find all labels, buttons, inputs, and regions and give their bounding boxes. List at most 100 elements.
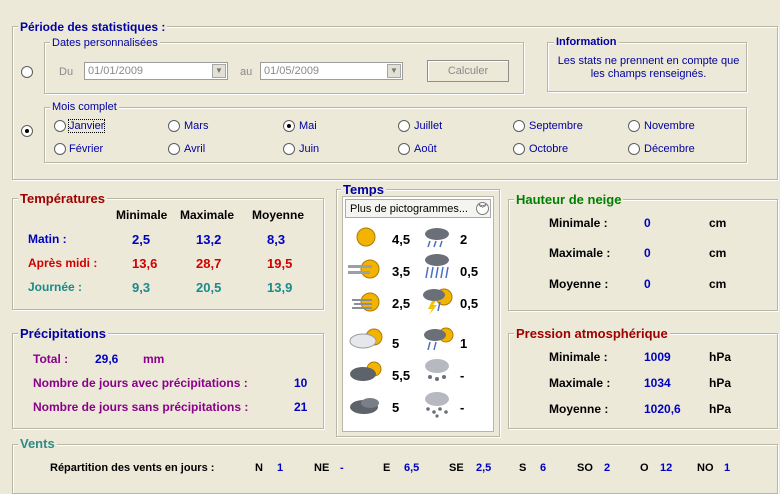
- temp-value: 8,3: [267, 232, 286, 247]
- header-minimale: Minimale: [116, 208, 168, 222]
- vent-value: 6: [540, 462, 547, 474]
- neige-unit: cm: [709, 216, 727, 230]
- pression-label: Moyenne :: [549, 402, 609, 416]
- info-group: [547, 42, 747, 92]
- label-mai[interactable]: Mai: [299, 120, 317, 132]
- temps-value: 0,5: [460, 296, 479, 311]
- label-juillet[interactable]: Juillet: [414, 120, 442, 132]
- radio-fevrier[interactable]: [54, 143, 66, 155]
- temps-value: 5: [392, 336, 400, 351]
- chevron-down-icon[interactable]: ▼: [212, 64, 226, 78]
- temps-value: 2,5: [392, 296, 411, 311]
- vent-value: 2: [604, 462, 611, 474]
- vent-dir: NE: [314, 462, 330, 474]
- label-aout[interactable]: Août: [414, 143, 437, 155]
- label-septembre[interactable]: Septembre: [529, 120, 583, 132]
- label-juin[interactable]: Juin: [299, 143, 319, 155]
- pression-unit: hPa: [709, 402, 732, 416]
- vent-dir: S: [519, 462, 527, 474]
- temps-title: Temps: [341, 182, 386, 197]
- precip-total-value: 29,6: [95, 352, 119, 366]
- radio-juin[interactable]: [283, 143, 295, 155]
- cloudy-icon: [350, 361, 382, 381]
- label-janvier[interactable]: Janvier: [67, 119, 106, 133]
- au-label: au: [240, 66, 253, 78]
- chevron-down-icon[interactable]: ▼: [387, 64, 401, 78]
- overcast-icon: [350, 398, 379, 414]
- snow-cloud-icon: [425, 359, 449, 381]
- label-avril[interactable]: Avril: [184, 143, 205, 155]
- temp-row-label: Après midi :: [28, 256, 98, 270]
- precip-total-label: Total :: [33, 352, 69, 366]
- pictogrammes-dropdown[interactable]: Plus de pictogrammes... ︾: [345, 199, 491, 218]
- vent-value: -: [340, 462, 344, 474]
- temp-value: 13,9: [267, 280, 293, 295]
- radio-janvier[interactable]: [54, 120, 66, 132]
- thunderstorm-icon: [423, 288, 453, 315]
- neige-value: 0: [644, 246, 651, 260]
- temps-value: 5: [392, 400, 400, 415]
- temp-value: 28,7: [196, 256, 222, 271]
- temp-value: 2,5: [132, 232, 151, 247]
- vent-value: 2,5: [476, 462, 492, 474]
- sun-rain-icon: [424, 327, 454, 351]
- neige-value: 0: [644, 277, 651, 291]
- header-maximale: Maximale: [180, 208, 235, 222]
- temps-value: 1: [460, 336, 468, 351]
- pression-title: Pression atmosphérique: [514, 326, 670, 341]
- date-from-combo[interactable]: 01/01/2009 ▼: [84, 62, 228, 80]
- temp-value: 13,6: [132, 256, 158, 271]
- radio-aout[interactable]: [398, 143, 410, 155]
- temp-value: 9,3: [132, 280, 151, 295]
- label-novembre[interactable]: Novembre: [644, 120, 695, 132]
- label-decembre[interactable]: Décembre: [644, 143, 695, 155]
- precip-total-unit: mm: [143, 352, 165, 366]
- radio-dates-perso[interactable]: [21, 66, 33, 78]
- label-octobre[interactable]: Octobre: [529, 143, 568, 155]
- temp-value: 13,2: [196, 232, 222, 247]
- radio-septembre[interactable]: [513, 120, 525, 132]
- temps-value: 5,5: [392, 368, 411, 383]
- precip-sans-value: 21: [294, 400, 308, 414]
- radio-juillet[interactable]: [398, 120, 410, 132]
- pression-value: 1034: [644, 376, 671, 390]
- neige-label: Maximale :: [549, 246, 611, 260]
- temps-value: 0,5: [460, 264, 479, 279]
- radio-novembre[interactable]: [628, 120, 640, 132]
- periode-title: Période des statistiques :: [18, 20, 168, 34]
- vent-dir: NO: [697, 462, 714, 474]
- label-mars[interactable]: Mars: [184, 120, 208, 132]
- precipitations-title: Précipitations: [18, 326, 108, 341]
- temps-value: 3,5: [392, 264, 411, 279]
- neige-unit: cm: [709, 277, 727, 291]
- pression-label: Maximale :: [549, 376, 611, 390]
- chevron-down-icon[interactable]: ︾: [476, 202, 489, 215]
- header-moyenne: Moyenne: [252, 208, 305, 222]
- calculer-button[interactable]: Calculer: [427, 60, 509, 82]
- date-to-combo[interactable]: 01/05/2009 ▼: [260, 62, 403, 80]
- radio-octobre[interactable]: [513, 143, 525, 155]
- temp-value: 19,5: [267, 256, 293, 271]
- vent-dir: E: [383, 462, 391, 474]
- radio-mars[interactable]: [168, 120, 180, 132]
- label-fevrier[interactable]: Février: [69, 143, 103, 155]
- precip-sans-label: Nombre de jours sans précipitations :: [33, 400, 249, 414]
- mois-group: [44, 107, 747, 163]
- sun-icon: [356, 227, 376, 247]
- partly-cloudy-icon: [349, 328, 383, 349]
- radio-mai[interactable]: [283, 120, 295, 132]
- neige-title: Hauteur de neige: [514, 192, 624, 207]
- heavy-rain-icon: [425, 254, 449, 279]
- sun-fog-icon: [352, 292, 380, 312]
- vent-dir: SO: [577, 462, 593, 474]
- radio-avril[interactable]: [168, 143, 180, 155]
- temp-row-label: Matin :: [28, 232, 67, 246]
- radio-decembre[interactable]: [628, 143, 640, 155]
- radio-mois-complet[interactable]: [21, 125, 33, 137]
- vent-value: 1: [277, 462, 284, 474]
- temps-value: -: [460, 368, 465, 383]
- temps-value: 4,5: [392, 232, 411, 247]
- date-to-value: 01/05/2009: [264, 65, 320, 77]
- heavy-snow-icon: [425, 392, 449, 418]
- vent-dir: N: [255, 462, 263, 474]
